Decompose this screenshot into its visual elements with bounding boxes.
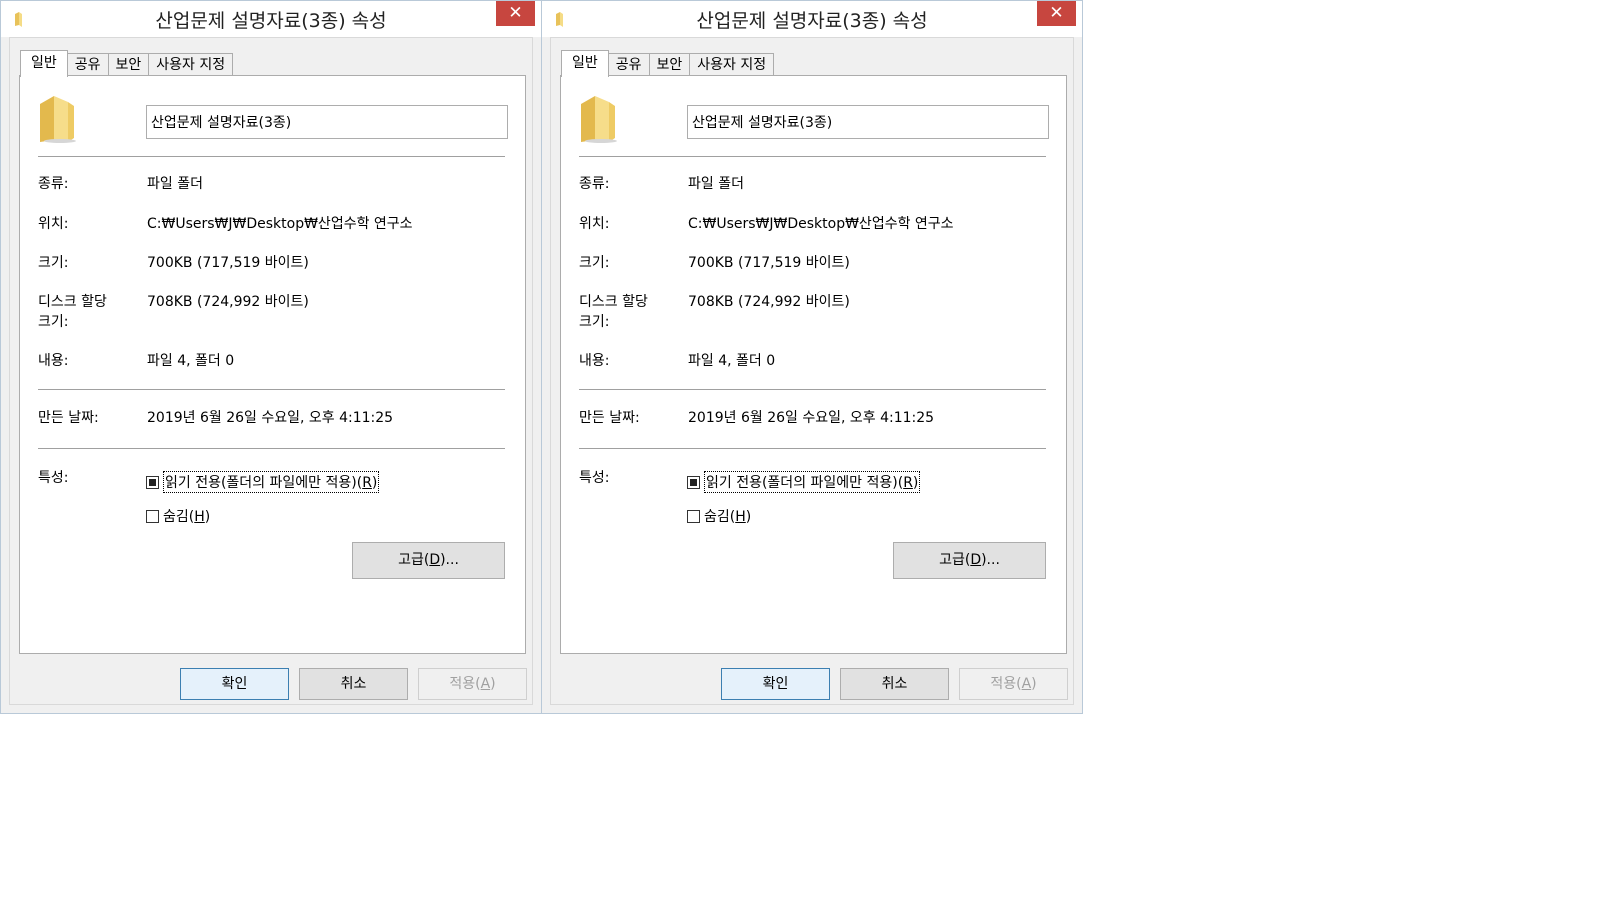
contents-label: 내용:: [38, 353, 69, 369]
tab-general[interactable]: 일반: [20, 50, 68, 77]
tab-strip: 일반 공유 보안 사용자 지정: [20, 50, 234, 77]
folder-icon: [40, 96, 76, 143]
type-value: 파일 폴더: [688, 176, 744, 192]
created-value: 2019년 6월 26일 수요일, 오후 4:11:25: [147, 410, 394, 426]
folder-icon: [15, 12, 22, 27]
hidden-checkbox[interactable]: [146, 509, 159, 523]
general-panel: 종류: 파일 폴더 위치: C:₩Users₩J₩Desktop₩산업수학 연구…: [560, 75, 1067, 654]
general-panel: 종류: 파일 폴더 위치: C:₩Users₩J₩Desktop₩산업수학 연구…: [19, 75, 526, 654]
size-label: 크기:: [579, 255, 610, 271]
title-bar[interactable]: 산업문제 설명자료(3종) 속성 ✕: [542, 1, 1082, 37]
tab-customize[interactable]: 사용자 지정: [148, 53, 234, 76]
folder-name-input[interactable]: [687, 105, 1049, 139]
separator: [579, 156, 1046, 157]
tab-security[interactable]: 보안: [648, 53, 691, 76]
apply-button[interactable]: 적용(A): [418, 668, 527, 700]
tab-sharing[interactable]: 공유: [66, 53, 109, 76]
window-title: 산업문제 설명자료(3종) 속성: [155, 10, 387, 32]
contents-value: 파일 4, 폴더 0: [688, 353, 776, 369]
folder-icon: [556, 12, 563, 27]
attributes-label: 특성:: [38, 470, 69, 486]
dialog-body: 일반 공유 보안 사용자 지정 종류: 파일 폴더 위치: C:₩Users₩J…: [550, 37, 1074, 705]
hidden-checkbox-row[interactable]: 숨김(H): [146, 506, 210, 526]
tab-security[interactable]: 보안: [107, 53, 150, 76]
tab-sharing[interactable]: 공유: [607, 53, 650, 76]
size-value: 700KB (717,519 바이트): [147, 255, 309, 271]
title-bar[interactable]: 산업문제 설명자료(3종) 속성 ✕: [1, 1, 541, 37]
type-value: 파일 폴더: [147, 176, 203, 192]
close-button[interactable]: ✕: [496, 1, 535, 26]
attributes-label: 특성:: [579, 470, 610, 486]
created-label: 만든 날짜:: [38, 410, 99, 426]
close-button[interactable]: ✕: [1037, 1, 1076, 26]
location-label: 위치:: [38, 216, 69, 232]
properties-dialog-right: 산업문제 설명자료(3종) 속성 ✕ 일반 공유 보안 사용자 지정 종류: 파…: [541, 0, 1083, 714]
size-label: 크기:: [38, 255, 69, 271]
disk-size-label: 디스크 할당 크기:: [579, 294, 648, 330]
readonly-label: 읽기 전용(폴더의 파일에만 적용)(R): [163, 471, 380, 493]
cancel-button[interactable]: 취소: [299, 668, 408, 700]
readonly-checkbox[interactable]: [687, 475, 700, 489]
folder-name-input[interactable]: [146, 105, 508, 139]
hidden-label: 숨김(H): [704, 509, 752, 525]
separator: [579, 389, 1046, 390]
tab-general[interactable]: 일반: [561, 50, 609, 77]
location-value: C:₩Users₩J₩Desktop₩산업수학 연구소: [147, 216, 413, 232]
readonly-checkbox-row[interactable]: 읽기 전용(폴더의 파일에만 적용)(R): [146, 471, 380, 493]
separator: [579, 448, 1046, 449]
advanced-button[interactable]: 고급(D)...: [352, 542, 505, 579]
hidden-checkbox[interactable]: [687, 509, 700, 523]
cancel-button[interactable]: 취소: [840, 668, 949, 700]
created-label: 만든 날짜:: [579, 410, 640, 426]
created-value: 2019년 6월 26일 수요일, 오후 4:11:25: [688, 410, 935, 426]
separator: [38, 389, 505, 390]
tab-customize[interactable]: 사용자 지정: [689, 53, 775, 76]
window-title: 산업문제 설명자료(3종) 속성: [696, 10, 928, 32]
folder-icon: [581, 96, 617, 143]
dialog-body: 일반 공유 보안 사용자 지정 종류: 파일 폴더 위치: C:₩Users₩J…: [9, 37, 533, 705]
hidden-label: 숨김(H): [163, 509, 211, 525]
close-icon: ✕: [508, 3, 523, 23]
readonly-label: 읽기 전용(폴더의 파일에만 적용)(R): [704, 471, 921, 493]
disk-size-label: 디스크 할당 크기:: [38, 294, 107, 330]
advanced-button[interactable]: 고급(D)...: [893, 542, 1046, 579]
contents-value: 파일 4, 폴더 0: [147, 353, 235, 369]
disk-size-value: 708KB (724,992 바이트): [147, 294, 309, 310]
size-value: 700KB (717,519 바이트): [688, 255, 850, 271]
separator: [38, 448, 505, 449]
separator: [38, 156, 505, 157]
location-label: 위치:: [579, 216, 610, 232]
ok-button[interactable]: 확인: [721, 668, 830, 700]
hidden-checkbox-row[interactable]: 숨김(H): [687, 506, 751, 526]
location-value: C:₩Users₩J₩Desktop₩산업수학 연구소: [688, 216, 954, 232]
properties-dialog-left: 산업문제 설명자료(3종) 속성 ✕ 일반 공유 보안 사용자 지정 종류: 파…: [0, 0, 542, 714]
tab-strip: 일반 공유 보안 사용자 지정: [561, 50, 775, 77]
type-label: 종류:: [38, 176, 69, 192]
readonly-checkbox-row[interactable]: 읽기 전용(폴더의 파일에만 적용)(R): [687, 471, 921, 493]
type-label: 종류:: [579, 176, 610, 192]
disk-size-value: 708KB (724,992 바이트): [688, 294, 850, 310]
apply-button[interactable]: 적용(A): [959, 668, 1068, 700]
close-icon: ✕: [1049, 3, 1064, 23]
contents-label: 내용:: [579, 353, 610, 369]
readonly-checkbox[interactable]: [146, 475, 159, 489]
ok-button[interactable]: 확인: [180, 668, 289, 700]
